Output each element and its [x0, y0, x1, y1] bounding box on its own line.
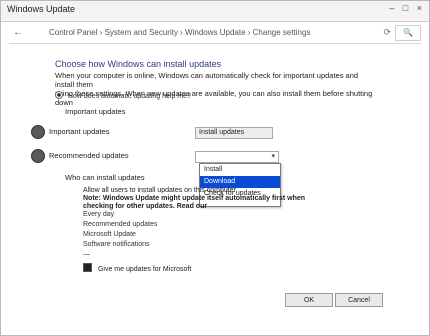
search-box[interactable]: 🔍 — [395, 25, 421, 41]
window: Windows Update – □ × ← Control Panel › S… — [0, 0, 430, 336]
note-line-1: Allow all users to install updates on th… — [83, 187, 236, 194]
chevron-down-icon: ▾ — [271, 153, 275, 160]
list-item: — — [83, 251, 90, 258]
checkbox[interactable] — [83, 263, 92, 272]
back-arrow-icon[interactable]: ← — [13, 27, 23, 38]
important-updates-title: Important updates — [65, 107, 126, 116]
who-can-install-title: Who can install updates — [65, 173, 145, 182]
checkbox-label: Give me updates for Microsoft — [97, 266, 192, 273]
shield-icon — [31, 149, 45, 163]
important-updates-label: Important updates — [49, 127, 110, 136]
important-updates-combo[interactable]: Install updates — [195, 127, 273, 139]
list-item: Microsoft Update — [83, 231, 136, 238]
list-item: Every day — [83, 211, 115, 218]
note-block: Allow all users to install updates on th… — [83, 187, 333, 211]
address-bar: ← Control Panel › System and Security › … — [9, 25, 421, 44]
list-item: Software notifications — [83, 241, 150, 248]
breadcrumb[interactable]: Control Panel › System and Security › Wi… — [49, 28, 310, 37]
radio-icon — [55, 91, 63, 99]
dropdown-option[interactable]: Install — [200, 164, 280, 176]
window-title: Windows Update — [7, 4, 76, 14]
description-line-1: When your computer is online, Windows ca… — [55, 71, 359, 89]
help-link[interactable]: How does automatic updating help me? — [68, 93, 191, 100]
ok-button[interactable]: OK — [285, 293, 333, 307]
page-heading: Choose how Windows can install updates — [55, 59, 222, 69]
cancel-button[interactable]: Cancel — [335, 293, 383, 307]
window-controls[interactable]: – □ × — [389, 3, 425, 13]
shield-icon — [31, 125, 45, 139]
title-bar: Windows Update – □ × — [1, 1, 429, 22]
note-line-2: Note: Windows Update might update itself… — [83, 195, 306, 210]
page-description: When your computer is online, Windows ca… — [55, 71, 375, 107]
recommended-updates-label: Recommended updates — [49, 151, 129, 160]
help-link-row[interactable]: How does automatic updating help me? — [55, 91, 191, 100]
important-updates-value: Install updates — [199, 129, 245, 136]
microsoft-updates-checkbox-row[interactable]: Give me updates for Microsoft — [83, 263, 191, 273]
list-item: Recommended updates — [83, 221, 158, 228]
refresh-icon[interactable]: ⟳ — [383, 27, 391, 38]
recommended-updates-combo[interactable]: ▾ — [195, 151, 279, 163]
